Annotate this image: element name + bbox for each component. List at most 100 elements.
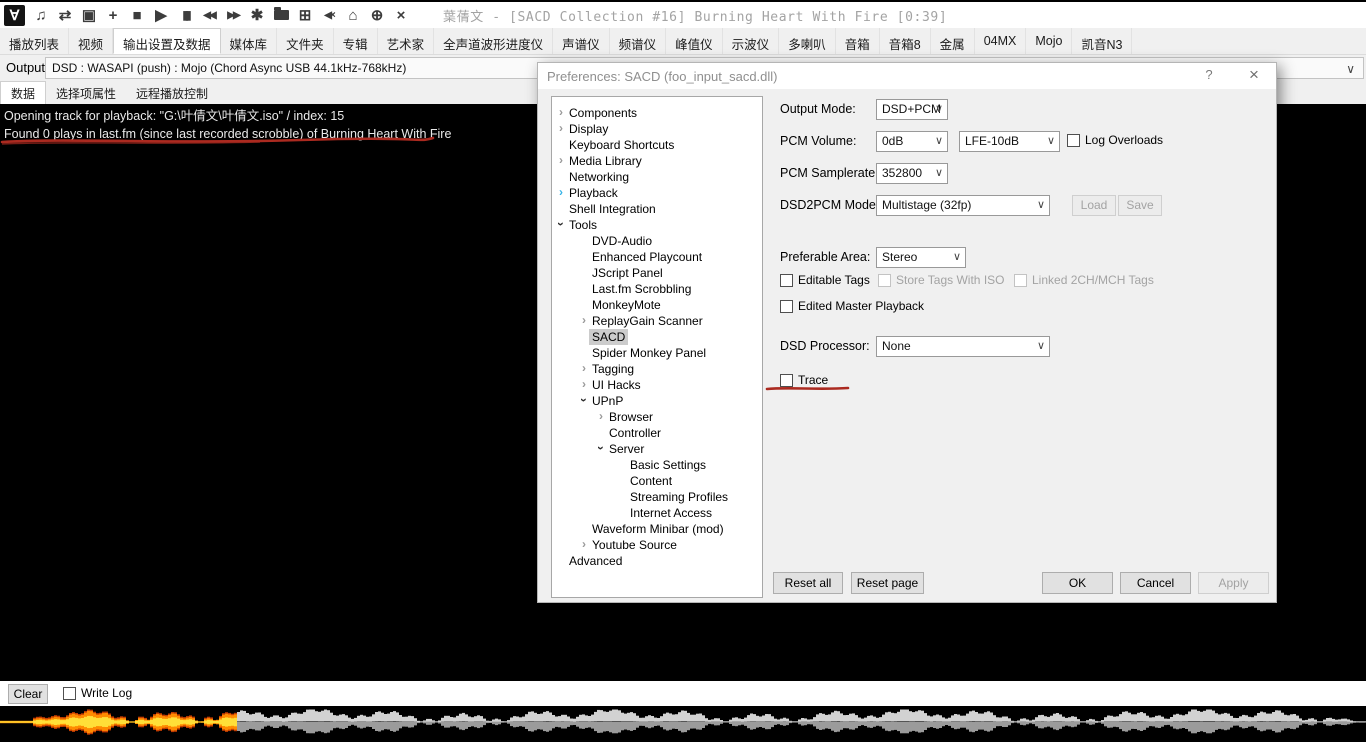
dsd-processor-select[interactable]: None∨: [876, 336, 1050, 357]
play-icon[interactable]: ▶: [149, 4, 173, 26]
pcm-volume-select[interactable]: 0dB∨: [876, 131, 948, 152]
main-tab-12[interactable]: 示波仪: [723, 28, 780, 54]
main-tab-10[interactable]: 频谱仪: [610, 28, 667, 54]
home-icon[interactable]: ⌂: [341, 4, 365, 26]
tree-item-components[interactable]: ›Components: [552, 105, 762, 121]
main-tab-14[interactable]: 音箱: [836, 28, 880, 54]
stop-icon[interactable]: ■: [125, 4, 149, 26]
tree-item-replaygain-scanner[interactable]: ›ReplayGain Scanner: [552, 313, 762, 329]
tree-item-ui-hacks[interactable]: ›UI Hacks: [552, 377, 762, 393]
rewind-icon[interactable]: ◀◀: [197, 4, 221, 26]
pcm-samplerate-select[interactable]: 352800∨: [876, 163, 948, 184]
lfe-select[interactable]: LFE-10dB∨: [959, 131, 1060, 152]
tree-item-tools[interactable]: ›Tools: [552, 217, 762, 233]
clear-button[interactable]: Clear: [8, 684, 48, 704]
tree-item-waveform-minibar-mod[interactable]: Waveform Minibar (mod): [552, 521, 762, 537]
expand-arrow-icon[interactable]: ›: [579, 360, 589, 376]
expand-arrow-icon[interactable]: ›: [556, 152, 566, 168]
mute-speaker-icon[interactable]: ◀×: [317, 4, 341, 26]
main-tab-18[interactable]: Mojo: [1026, 28, 1072, 54]
checkbox-box[interactable]: [780, 374, 793, 387]
tree-item-shell-integration[interactable]: Shell Integration: [552, 201, 762, 217]
foobar2000-logo-icon[interactable]: ∀: [4, 5, 25, 26]
expand-arrow-icon[interactable]: ›: [556, 184, 566, 200]
tree-item-content[interactable]: Content: [552, 473, 762, 489]
tree-item-networking[interactable]: Networking: [552, 169, 762, 185]
tree-item-advanced[interactable]: Advanced: [552, 553, 762, 569]
tree-item-playback[interactable]: ›Playback: [552, 185, 762, 201]
main-tab-8[interactable]: 全声道波形进度仪: [434, 28, 553, 54]
main-tab-1[interactable]: 播放列表: [0, 28, 69, 54]
trace-checkbox[interactable]: Trace: [780, 373, 828, 387]
settings-gear-icon[interactable]: ✱: [245, 4, 269, 26]
tree-item-dvd-audio[interactable]: DVD-Audio: [552, 233, 762, 249]
cancel-button[interactable]: Cancel: [1120, 572, 1191, 594]
shuffle-icon[interactable]: ⇄: [53, 4, 77, 26]
tree-item-internet-access[interactable]: Internet Access: [552, 505, 762, 521]
close-icon[interactable]: ×: [1238, 65, 1270, 85]
collapse-arrow-icon[interactable]: ›: [576, 395, 592, 405]
log-overloads-checkbox[interactable]: Log Overloads: [1067, 133, 1163, 147]
output-mode-select[interactable]: DSD+PCM∨: [876, 99, 948, 120]
tree-item-streaming-profiles[interactable]: Streaming Profiles: [552, 489, 762, 505]
tree-item-monkeymote[interactable]: MonkeyMote: [552, 297, 762, 313]
tree-item-spider-monkey-panel[interactable]: Spider Monkey Panel: [552, 345, 762, 361]
ok-button[interactable]: OK: [1042, 572, 1113, 594]
main-tab-13[interactable]: 多喇叭: [779, 28, 836, 54]
console-tab-3[interactable]: 远程播放控制: [126, 81, 218, 104]
checkbox-box[interactable]: [1067, 134, 1080, 147]
tree-item-basic-settings[interactable]: Basic Settings: [552, 457, 762, 473]
main-tab-6[interactable]: 专辑: [334, 28, 378, 54]
waveform-seekbar[interactable]: [0, 706, 1366, 737]
tree-item-tagging[interactable]: ›Tagging: [552, 361, 762, 377]
tree-item-jscript-panel[interactable]: JScript Panel: [552, 265, 762, 281]
console-tab-2[interactable]: 选择项属性: [46, 81, 126, 104]
tree-item-browser[interactable]: ›Browser: [552, 409, 762, 425]
tree-item-media-library[interactable]: ›Media Library: [552, 153, 762, 169]
expand-arrow-icon[interactable]: ›: [579, 536, 589, 552]
main-tab-7[interactable]: 艺术家: [378, 28, 435, 54]
dialog-titlebar[interactable]: Preferences: SACD (foo_input_sacd.dll) ?…: [538, 63, 1276, 89]
tree-item-server[interactable]: ›Server: [552, 441, 762, 457]
close-x-icon[interactable]: ×: [389, 4, 413, 26]
pause-icon[interactable]: ▮▮: [173, 4, 197, 26]
tree-item-keyboard-shortcuts[interactable]: Keyboard Shortcuts: [552, 137, 762, 153]
expand-arrow-icon[interactable]: ›: [596, 408, 606, 424]
editable-tags-checkbox[interactable]: Editable Tags: [780, 273, 870, 287]
expand-arrow-icon[interactable]: ›: [556, 120, 566, 136]
main-tab-16[interactable]: 金属: [931, 28, 975, 54]
checkbox-box[interactable]: [780, 300, 793, 313]
tree-item-youtube-source[interactable]: ›Youtube Source: [552, 537, 762, 553]
main-tab-3[interactable]: 输出设置及数据: [113, 28, 221, 54]
collapse-arrow-icon[interactable]: ›: [553, 219, 569, 229]
reset-page-button[interactable]: Reset page: [851, 572, 924, 594]
tree-item-sacd[interactable]: SACD: [552, 329, 762, 345]
tree-item-controller[interactable]: Controller: [552, 425, 762, 441]
main-tab-19[interactable]: 凯音N3: [1072, 28, 1132, 54]
main-tab-2[interactable]: 视频: [69, 28, 113, 54]
main-tab-5[interactable]: 文件夹: [277, 28, 334, 54]
console-tab-1[interactable]: 数据: [0, 81, 46, 104]
write-log-checkbox[interactable]: Write Log: [63, 686, 132, 700]
add-icon[interactable]: +: [101, 4, 125, 26]
tree-item-last-fm-scrobbling[interactable]: Last.fm Scrobbling: [552, 281, 762, 297]
collapse-arrow-icon[interactable]: ›: [593, 443, 609, 453]
main-tab-15[interactable]: 音箱8: [880, 28, 931, 54]
folder-icon[interactable]: [269, 4, 293, 26]
save-disk-icon[interactable]: ▣: [77, 4, 101, 26]
edited-master-playback-checkbox[interactable]: Edited Master Playback: [780, 299, 924, 313]
checkbox-box[interactable]: [780, 274, 793, 287]
tree-item-enhanced-playcount[interactable]: Enhanced Playcount: [552, 249, 762, 265]
expand-arrow-icon[interactable]: ›: [579, 376, 589, 392]
reset-all-button[interactable]: Reset all: [773, 572, 843, 594]
preferable-area-select[interactable]: Stereo∨: [876, 247, 966, 268]
layout-grid-icon[interactable]: ⊞: [293, 4, 317, 26]
music-note-icon[interactable]: ♫: [29, 4, 53, 26]
dsd2pcm-mode-select[interactable]: Multistage (32fp)∨: [876, 195, 1050, 216]
fast-forward-icon[interactable]: ▶▶: [221, 4, 245, 26]
main-tab-4[interactable]: 媒体库: [221, 28, 278, 54]
tree-item-upnp[interactable]: ›UPnP: [552, 393, 762, 409]
main-tab-11[interactable]: 峰值仪: [666, 28, 723, 54]
expand-arrow-icon[interactable]: ›: [556, 104, 566, 120]
help-icon[interactable]: ?: [1193, 67, 1225, 85]
